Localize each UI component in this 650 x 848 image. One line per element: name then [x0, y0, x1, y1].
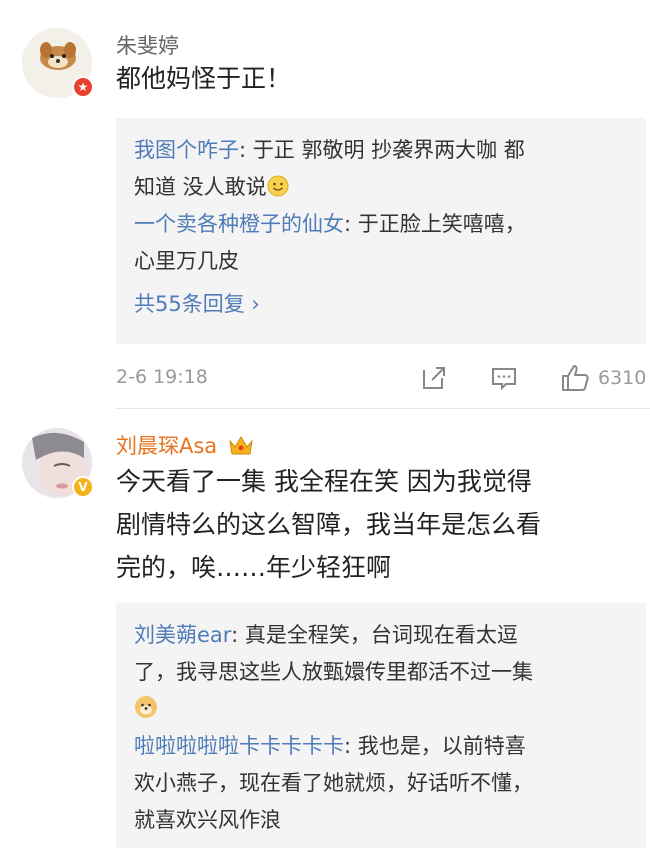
timestamp: 2-6 19:18	[116, 366, 208, 388]
comment-text: 今天看了一集 我全程在笑 因为我觉得 剧情特么的这么智障，我当年是怎么看 完的，…	[116, 460, 636, 589]
like-icon	[562, 365, 589, 391]
reply-author[interactable]: 我图个咋子	[134, 138, 239, 162]
red-star-badge-icon: ★	[72, 76, 94, 98]
username[interactable]: 刘晨琛Asa	[116, 430, 254, 460]
reply-item: 我图个咋子: 于正 郭敬明 抄袭界两大咖 都 知道 没人敢说	[134, 132, 628, 206]
share-icon	[423, 367, 445, 389]
reply-text: 于正 郭敬明 抄袭界两大咖 都	[252, 138, 525, 162]
more-replies-link[interactable]: 共55条回复 ›	[134, 286, 628, 322]
reply-item: 刘美蒴ear: 真是全程笑，台词现在看太逗 了，我寻思这些人放甄嬛传里都活不过一…	[134, 617, 628, 728]
share-button[interactable]	[420, 360, 448, 396]
dog-emoji-icon	[135, 696, 157, 718]
reply-separator: :	[239, 138, 253, 162]
avatar[interactable]: V	[22, 428, 94, 498]
username[interactable]: 朱斐婷	[116, 30, 179, 60]
like-count: 6310	[598, 367, 647, 389]
comment-icon	[492, 368, 516, 391]
comment-text-line: 今天看了一集 我全程在笑 因为我觉得	[116, 467, 532, 496]
reply-text-cont: 知道 没人敢说	[134, 175, 267, 199]
reply-item: 一个卖各种橙子的仙女: 于正脸上笑嘻嘻， 心里万几皮	[134, 206, 628, 280]
reply-author[interactable]: 一个卖各种橙子的仙女	[134, 212, 344, 236]
avatar[interactable]: ★	[22, 28, 94, 98]
comment-text-line: 完的，唉……年少轻狂啊	[116, 553, 392, 582]
comment-meta: 2-6 19:18 6310	[116, 360, 646, 396]
reply-author[interactable]: 啦啦啦啦啦卡卡卡卡卡	[134, 734, 344, 758]
reply-separator: :	[344, 734, 358, 758]
reply-text-cont: 就喜欢兴风作浪	[134, 808, 281, 832]
comment-button[interactable]	[490, 360, 518, 396]
comment-text-line: 剧情特么的这么智障，我当年是怎么看	[116, 510, 542, 539]
reply-item: 啦啦啦啦啦卡卡卡卡卡: 我也是，以前特喜 欢小燕子，现在看了她就烦，好话听不懂，…	[134, 728, 628, 839]
reply-text: 真是全程笑，台词现在看太逗	[244, 623, 518, 647]
reply-author[interactable]: 刘美蒴ear	[134, 623, 231, 647]
reply-separator: :	[344, 212, 358, 236]
reply-text-cont: 心里万几皮	[134, 249, 239, 273]
comment-text: 都他妈怪于正！	[116, 64, 292, 93]
reply-box: 刘美蒴ear: 真是全程笑，台词现在看太逗 了，我寻思这些人放甄嬛传里都活不过一…	[116, 603, 646, 848]
reply-text-cont: 了，我寻思这些人放甄嬛传里都活不过一集	[134, 660, 533, 684]
username-text: 刘晨琛Asa	[116, 434, 218, 458]
smile-emoji-icon	[267, 175, 289, 197]
reply-text-cont: 欢小燕子，现在看了她就烦，好话听不懂，	[134, 771, 533, 795]
reply-box: 我图个咋子: 于正 郭敬明 抄袭界两大咖 都 知道 没人敢说 一个卖各种橙子的仙…	[116, 118, 646, 344]
like-button[interactable]: 6310	[560, 360, 646, 396]
reply-text: 于正脸上笑嘻嘻，	[357, 212, 526, 236]
reply-separator: :	[231, 623, 245, 647]
yellow-v-badge-icon: V	[72, 476, 94, 498]
divider	[116, 408, 650, 409]
crown-icon	[229, 436, 253, 455]
reply-text: 我也是，以前特喜	[357, 734, 526, 758]
